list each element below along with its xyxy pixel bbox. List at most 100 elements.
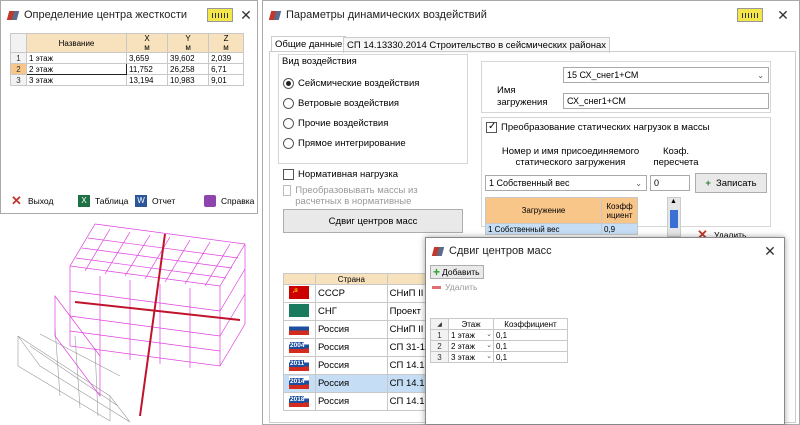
normative-load-checkbox[interactable]: Нормативная нагрузка (283, 169, 398, 180)
coef-col-header[interactable]: Коэффициент (493, 318, 568, 330)
chevron-down-icon[interactable]: ⌄ (486, 341, 492, 349)
radio-seismic-label: Сейсмические воздействия (298, 78, 420, 89)
ussr-flag-icon: ☭ (289, 285, 309, 299)
coef-col-header[interactable]: Коэфф ициент (601, 197, 638, 224)
remove-button[interactable]: Удалить (432, 282, 477, 292)
cell-country[interactable]: Россия (315, 320, 388, 339)
countries-table: Страна ☭ СССР СНиП II СНГ Проект Россия СНиП… (283, 273, 429, 411)
cell-y[interactable]: 26,258 (167, 63, 210, 75)
tab-general[interactable]: Общие данные (271, 36, 347, 52)
col-header-z[interactable]: Zм (208, 33, 244, 53)
report-button[interactable]: W Отчет (135, 195, 175, 207)
cell-x[interactable]: 3,659 (125, 52, 169, 64)
cell-floor[interactable]: 1 этаж ⌄ (448, 329, 494, 341)
chevron-down-icon[interactable]: ⌄ (486, 330, 492, 338)
plus-icon: + (433, 265, 441, 279)
static-load-combo[interactable]: 1 Собственный вес ⌄ (485, 175, 647, 191)
cell-code[interactable]: Проект (386, 302, 429, 321)
table-row[interactable]: 2 2 этаж 11,752 26,258 6,71 (10, 63, 244, 75)
cell-load[interactable]: 1 Собственный вес (485, 223, 602, 235)
cell-country[interactable]: СССР (315, 284, 388, 303)
table-row[interactable]: 2014 Россия СП 14.1 (283, 374, 429, 393)
shift-centers-button[interactable]: Сдвиг центров масс (283, 209, 463, 233)
cell-country[interactable]: СНГ (315, 302, 388, 321)
cell-code[interactable]: СП 14.1 (386, 374, 429, 393)
minus-icon (432, 285, 441, 289)
convert-masses-checkbox[interactable]: Преобразовывать массы из расчетных в нор… (283, 185, 463, 207)
floor-value: 3 этаж (451, 352, 475, 362)
col-header-name[interactable]: Название (26, 33, 127, 53)
cell-code[interactable]: СП 31-1 (386, 338, 429, 357)
cell-coef[interactable]: 0,1 (493, 351, 568, 363)
table-row[interactable]: 22 этаж ⌄ 0,1 (430, 340, 568, 352)
table-row[interactable]: 2011 Россия СП 14.1 (283, 356, 429, 375)
radio-circle (283, 118, 294, 129)
table-button[interactable]: X Таблица (78, 195, 128, 207)
cell-country[interactable]: Россия (315, 374, 388, 393)
close-icon[interactable]: ✕ (238, 7, 254, 24)
cell-code[interactable]: СНиП II (386, 284, 429, 303)
russia-flag-icon: 2011 (289, 357, 309, 371)
table-row[interactable]: 11 этаж ⌄ 0,1 (430, 329, 568, 341)
close-icon[interactable]: ✕ (775, 7, 791, 24)
cell-z[interactable]: 6,71 (208, 63, 244, 75)
radio-direct-integration[interactable]: Прямое интегрирование (283, 138, 406, 149)
cell-y[interactable]: 39,602 (167, 52, 210, 64)
table-row[interactable]: СНГ Проект (283, 302, 429, 321)
cell-country[interactable]: Россия (315, 356, 388, 375)
convert-static-checkbox[interactable]: Преобразование статических нагрузок в ма… (486, 121, 710, 133)
close-icon[interactable]: ✕ (762, 243, 778, 260)
radio-other[interactable]: Прочие воздействия (283, 118, 388, 129)
floor-col-header[interactable]: Этаж (448, 318, 494, 330)
radio-wind-label: Ветровые воздействия (298, 98, 400, 109)
flag-col-header (283, 273, 316, 285)
exit-icon: ✕ (11, 193, 22, 208)
cell-coef[interactable]: 0,1 (493, 329, 568, 341)
cell-code[interactable]: СП 14.1 (386, 392, 429, 411)
cell-z[interactable]: 9,01 (208, 74, 244, 86)
cell-country[interactable]: Россия (315, 338, 388, 357)
cell-y[interactable]: 10,983 (167, 74, 210, 86)
chevron-down-icon[interactable]: ⌄ (486, 352, 492, 360)
cell-z[interactable]: 2,039 (208, 52, 244, 64)
table-row[interactable]: 1 1 этаж 3,659 39,602 2,039 (10, 52, 244, 64)
table-row[interactable]: 1 Собственный вес 0,9 (485, 223, 638, 235)
country-col-header[interactable]: Страна (315, 273, 388, 285)
cell-country[interactable]: Россия (315, 392, 388, 411)
help-button[interactable]: Справка (204, 195, 254, 207)
cell-x[interactable]: 13,194 (125, 74, 169, 86)
col-header-y[interactable]: Yм (167, 33, 210, 53)
table-row[interactable]: 33 этаж ⌄ 0,1 (430, 351, 568, 363)
floor-value: 2 этаж (451, 341, 475, 351)
exit-button[interactable]: ✕ Выход (11, 193, 53, 208)
load-grid-scrollbar[interactable]: ▲ (667, 197, 681, 237)
gray-frame (17, 327, 131, 423)
add-button[interactable]: + Добавить (430, 265, 484, 279)
table-row[interactable]: ☭ СССР СНиП II (283, 284, 429, 303)
coef-input[interactable]: 0 (650, 175, 690, 191)
load-case-combo[interactable]: 15 СХ_снег1+СМ ⌄ (563, 67, 769, 83)
radio-wind[interactable]: Ветровые воздействия (283, 98, 399, 109)
load-col-header[interactable]: Загружение (485, 197, 602, 224)
cell-name[interactable]: 1 этаж (26, 52, 127, 64)
scroll-thumb[interactable] (670, 210, 678, 228)
table-row[interactable]: 2018 Россия СП 14.1 (283, 392, 429, 411)
table-row[interactable]: 2004 Россия СП 31-1 (283, 338, 429, 357)
table-row[interactable]: Россия СНиП II (283, 320, 429, 339)
convert-static-label: Преобразование статических нагрузок в ма… (501, 122, 710, 133)
col-header-x[interactable]: Xм (125, 33, 169, 53)
cell-x[interactable]: 11,752 (125, 63, 169, 75)
cell-floor[interactable]: 2 этаж ⌄ (448, 340, 494, 352)
flag-cell: 2011 (283, 356, 316, 375)
radio-seismic[interactable]: Сейсмические воздействия (283, 78, 419, 89)
cell-coef[interactable]: 0,1 (493, 340, 568, 352)
cell-name[interactable]: 3 этаж (26, 74, 127, 86)
cell-code[interactable]: СП 14.1 (386, 356, 429, 375)
cell-floor[interactable]: 3 этаж ⌄ (448, 351, 494, 363)
load-name-input[interactable]: СХ_снег1+СМ (563, 93, 769, 109)
cell-code[interactable]: СНиП II (386, 320, 429, 339)
cell-name[interactable]: 2 этаж (26, 63, 127, 75)
table-row[interactable]: 3 3 этаж 13,194 10,983 9,01 (10, 74, 244, 86)
cell-coef[interactable]: 0,9 (601, 223, 638, 235)
write-button[interactable]: + Записать (695, 173, 767, 193)
